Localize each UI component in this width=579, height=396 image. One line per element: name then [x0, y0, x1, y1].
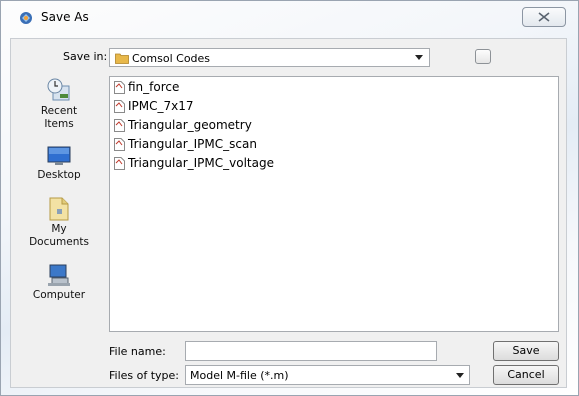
place-label: My Documents	[29, 223, 89, 248]
file-type-dropdown[interactable]: Model M-file (*.m)	[185, 365, 470, 385]
place-label: Computer	[32, 289, 86, 301]
file-name-text: IPMC_7x17	[128, 99, 194, 113]
m-file-icon	[114, 138, 125, 151]
cancel-button[interactable]: Cancel	[493, 365, 559, 385]
chevron-down-icon[interactable]	[456, 373, 464, 378]
app-icon	[20, 12, 32, 24]
save-in-label: Save in:	[63, 50, 108, 63]
file-list[interactable]: fin_force IPMC_7x17 Triangular_geometry …	[109, 76, 559, 332]
my-documents-icon	[49, 197, 69, 221]
m-file-icon	[114, 119, 125, 132]
desktop-icon	[47, 146, 71, 165]
window-title: Save As	[41, 10, 89, 24]
file-name-text: fin_force	[128, 80, 180, 94]
chevron-down-icon[interactable]	[415, 55, 423, 60]
save-in-dropdown[interactable]: Comsol Codes	[109, 48, 430, 67]
file-name-label: File name:	[109, 345, 166, 358]
computer-icon	[48, 264, 70, 286]
m-file-icon	[114, 157, 125, 170]
recent-items-icon	[47, 78, 70, 101]
m-file-icon	[114, 81, 125, 94]
m-file-icon	[114, 100, 125, 113]
file-name-text: Triangular_geometry	[128, 118, 252, 132]
list-item[interactable]: Triangular_IPMC_voltage	[114, 154, 274, 172]
list-item[interactable]: Triangular_IPMC_scan	[114, 135, 257, 153]
file-type-label: Files of type:	[109, 369, 180, 382]
view-menu-button[interactable]	[475, 49, 491, 64]
save-as-dialog: Save As Save in: Comsol Codes Recent Ite…	[0, 0, 579, 396]
list-item[interactable]: Triangular_geometry	[114, 116, 252, 134]
place-recent-items[interactable]: Recent Items	[11, 77, 107, 131]
close-button[interactable]	[522, 7, 566, 27]
save-in-value: Comsol Codes	[132, 52, 211, 65]
title-bar[interactable]: Save As	[1, 1, 578, 33]
folder-icon	[115, 53, 129, 64]
file-name-text: Triangular_IPMC_scan	[128, 137, 257, 151]
places-bar: Recent Items Desktop My Documents Comput…	[11, 75, 107, 315]
file-name-text: Triangular_IPMC_voltage	[128, 156, 274, 170]
place-label: Desktop	[37, 169, 81, 181]
list-item[interactable]: IPMC_7x17	[114, 97, 194, 115]
place-label: Recent Items	[40, 105, 78, 130]
save-button[interactable]: Save	[493, 341, 559, 361]
place-desktop[interactable]: Desktop	[11, 145, 107, 182]
file-type-value: Model M-file (*.m)	[190, 369, 289, 382]
close-icon	[538, 12, 550, 22]
file-name-input[interactable]	[185, 341, 437, 361]
dialog-body: Save in: Comsol Codes Recent Items Deskt…	[10, 38, 567, 388]
place-my-documents[interactable]: My Documents	[11, 195, 107, 249]
place-computer[interactable]: Computer	[11, 263, 107, 302]
list-item[interactable]: fin_force	[114, 78, 179, 96]
